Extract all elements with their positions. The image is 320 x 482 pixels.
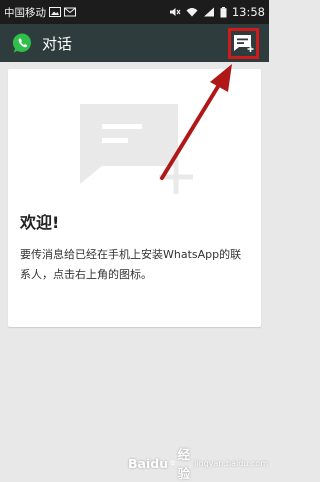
signal-icon xyxy=(203,7,214,17)
paw-icon xyxy=(170,460,176,465)
watermark-domain: jingyan.baidu.com xyxy=(194,458,268,468)
welcome-heading: 欢迎! xyxy=(20,213,60,232)
page-title: 对话 xyxy=(42,34,73,53)
image-icon xyxy=(49,7,61,17)
mail-icon xyxy=(64,7,76,17)
wifi-icon xyxy=(186,8,198,17)
baidu-watermark: Baidu 经验 jingyan.baidu.com xyxy=(128,447,268,481)
battery-icon xyxy=(220,6,227,17)
status-bar: 中国移动 13:58 xyxy=(0,0,269,24)
mute-icon xyxy=(169,8,181,16)
whatsapp-logo-icon xyxy=(12,33,32,53)
new-chat-button[interactable] xyxy=(228,28,259,59)
new-chat-icon xyxy=(233,35,253,52)
welcome-description: 要传消息给已经在手机上安装WhatsApp的联系人，点击右上角的图标。 xyxy=(20,248,242,281)
watermark-product: 经验 xyxy=(177,447,191,481)
watermark-brand: Baidu xyxy=(128,455,169,471)
clock: 13:58 xyxy=(231,5,265,19)
empty-state-card: 欢迎! 要传消息给已经在手机上安装WhatsApp的联系人，点击右上角的图标。 xyxy=(8,69,261,327)
new-chat-illustration-icon xyxy=(80,104,193,194)
carrier-label: 中国移动 xyxy=(4,6,46,19)
action-bar: 对话 xyxy=(0,24,269,62)
